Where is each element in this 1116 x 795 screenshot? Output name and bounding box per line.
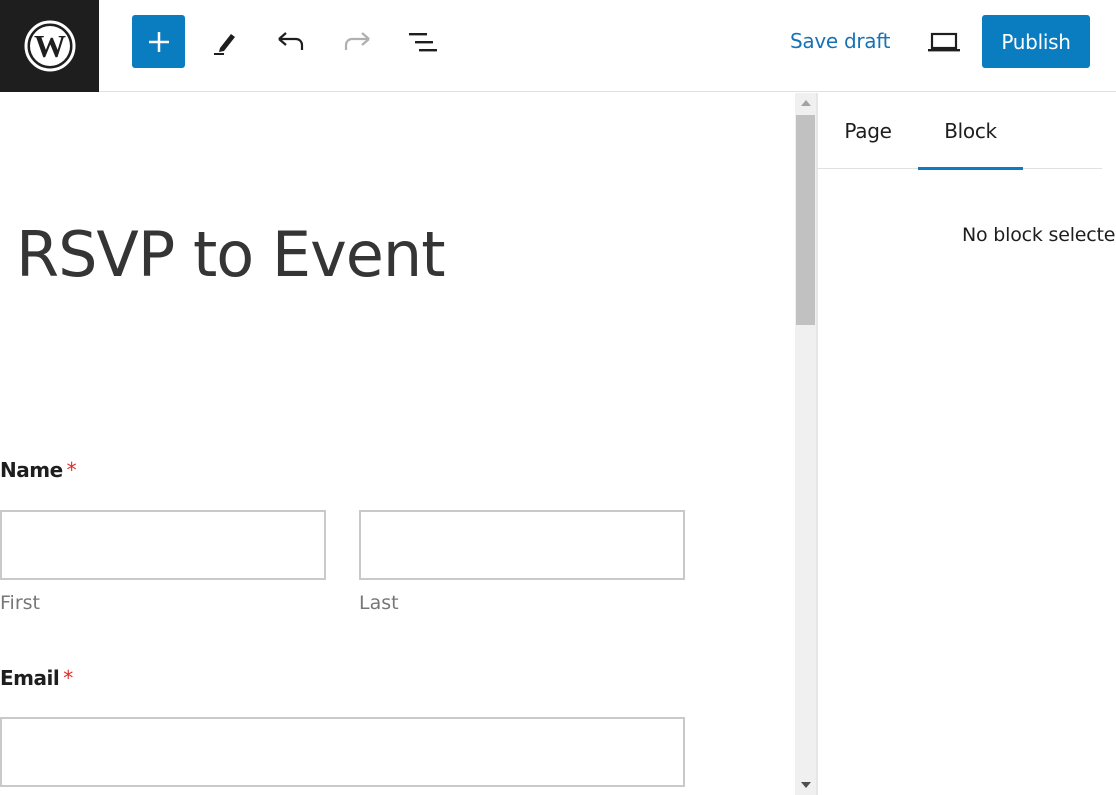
tools-button[interactable] [198,15,251,68]
undo-icon [277,31,303,50]
required-indicator: * [66,458,77,482]
editor-toolbar: W Save draft Publish [0,0,1116,92]
laptop-icon [928,32,960,51]
required-indicator: * [63,666,73,690]
arrow-up-icon [800,100,811,106]
last-name-sublabel: Last [359,592,399,614]
scrollbar-thumb[interactable] [796,115,815,325]
email-field-label: Email * [0,666,73,690]
tab-page[interactable]: Page [818,93,918,169]
email-input[interactable] [0,717,685,787]
wordpress-logo-button[interactable]: W [0,0,99,92]
first-name-input[interactable] [0,510,326,580]
scroll-down-button[interactable] [795,775,816,795]
wordpress-logo-icon: W [24,20,75,72]
arrow-down-icon [800,782,811,788]
preview-button[interactable] [918,15,970,68]
save-draft-button[interactable]: Save draft [790,29,890,53]
settings-sidebar: Page Block No block selected. [818,93,1116,795]
last-name-input[interactable] [359,510,685,580]
pencil-icon [213,33,235,55]
no-block-selected-message: No block selected. [962,224,1116,246]
name-field-label: Name * [0,458,77,482]
publish-button[interactable]: Publish [982,15,1090,68]
first-name-sublabel: First [0,592,40,614]
sidebar-tabs: Page Block [818,93,1102,170]
block-inserter-button[interactable] [132,15,185,68]
redo-button[interactable] [330,15,383,68]
editor-scrollbar[interactable] [795,93,816,795]
list-view-icon [408,32,437,51]
svg-text:W: W [34,28,66,64]
list-view-button[interactable] [396,15,449,68]
redo-icon [344,31,370,50]
plus-icon [148,31,169,52]
scroll-up-button[interactable] [795,93,816,113]
undo-button[interactable] [264,15,317,68]
tab-block[interactable]: Block [918,93,1023,170]
page-title[interactable]: RSVP to Event [16,218,446,291]
editor-canvas: RSVP to Event Name * First Last Email * [0,93,795,795]
name-label-text: Name [0,458,63,482]
email-label-text: Email [0,666,60,690]
